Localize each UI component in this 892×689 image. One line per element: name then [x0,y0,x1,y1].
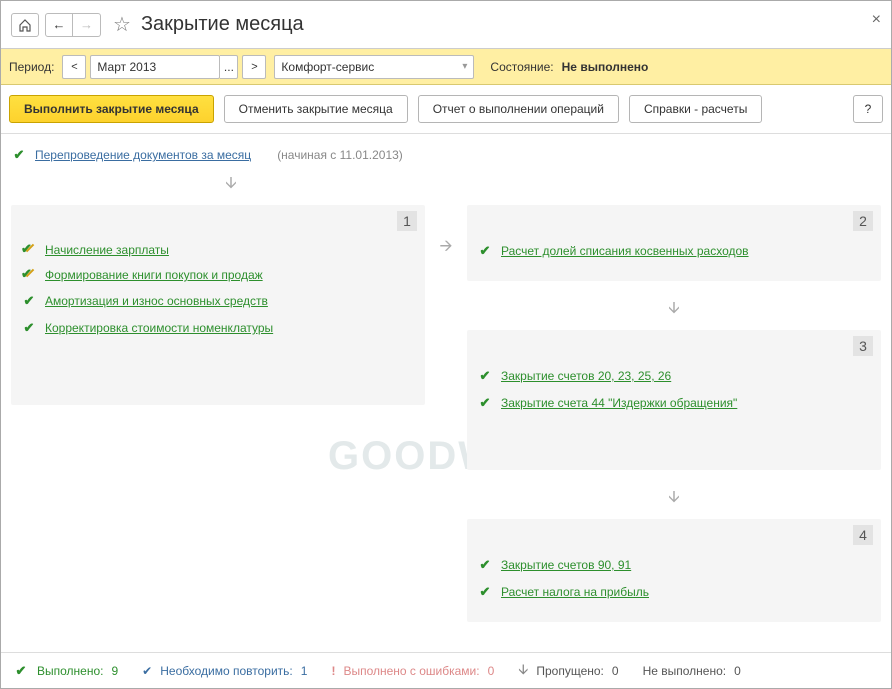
check-icon: ✔ [13,663,29,679]
check-icon: ✔ [477,243,493,259]
skip-icon: 🡫 [518,659,528,683]
cancel-closing-button[interactable]: Отменить закрытие месяца [224,95,408,123]
reposting-hint: (начиная с 11.01.2013) [277,148,403,162]
status-value: Не выполнено [562,60,649,74]
period-month-input[interactable]: Март 2013 [90,55,220,79]
forward-button[interactable]: → [73,13,101,37]
period-label: Период: [9,60,54,74]
action-bar: Выполнить закрытие месяца Отменить закры… [1,85,891,134]
error-icon: ! [331,664,335,678]
dropdown-icon: ▾ [462,61,467,72]
error-label: Выполнено с ошибками: [343,664,479,678]
operation-link[interactable]: Начисление зарплаты [45,243,169,257]
block-number: 1 [397,211,417,231]
skip-count: 0 [612,664,619,678]
check-icon: ✔ [477,557,493,573]
block-number: 4 [853,525,873,545]
organization-value: Комфорт-сервис [281,60,374,74]
done-count: 9 [111,664,118,678]
block-number: 3 [853,336,873,356]
check-icon: ✔ [11,147,27,163]
operation-link[interactable]: Расчет долей списания косвенных расходов [501,244,749,258]
done-label: Выполнено: [37,664,103,678]
block-3: 3 ✔ Закрытие счетов 20, 23, 25, 26 ✔ Зак… [467,330,881,470]
run-closing-button[interactable]: Выполнить закрытие месяца [9,95,214,123]
not-done-count: 0 [734,664,741,678]
check-icon: ✔ [477,395,493,411]
block-1: 1 Начисление зарплаты Формирование книги… [11,205,425,405]
block-2: 2 ✔ Расчет долей списания косвенных расх… [467,205,881,281]
operation-link[interactable]: Закрытие счета 44 "Издержки обращения" [501,396,737,410]
page-title: Закрытие месяца [141,13,304,36]
arrow-down-icon: 🡫 [11,172,451,199]
check-icon: ✔ [21,293,37,309]
error-count: 0 [488,664,495,678]
repeat-count: 1 [301,664,308,678]
check-icon: ✔ [477,368,493,384]
block-4: 4 ✔ Закрытие счетов 90, 91 ✔ Расчет нало… [467,519,881,622]
star-icon[interactable]: ☆ [113,12,131,37]
operation-link[interactable]: Амортизация и износ основных средств [45,294,268,308]
repeat-label: Необходимо повторить: [160,664,293,678]
operation-link[interactable]: Корректировка стоимости номенклатуры [45,321,273,335]
home-button[interactable] [11,13,39,37]
references-button[interactable]: Справки - расчеты [629,95,762,123]
check-edit-icon [21,243,37,257]
period-bar: Период: < Март 2013 ... > Комфорт-сервис… [1,49,891,85]
close-button[interactable]: × [872,11,881,29]
content-area: GOODWILL ✔ Перепроведение документов за … [1,134,891,644]
reposting-link[interactable]: Перепроведение документов за месяц [35,148,251,162]
arrow-down-icon: 🡫 [467,297,881,324]
arrow-right-icon: 🡪 [439,205,453,632]
titlebar: ← → ☆ Закрытие месяца × [1,1,891,49]
status-label: Состояние: [490,60,553,74]
operations-report-button[interactable]: Отчет о выполнении операций [418,95,619,123]
operation-link[interactable]: Формирование книги покупок и продаж [45,268,263,282]
skip-label: Пропущено: [536,664,604,678]
operation-link[interactable]: Закрытие счетов 90, 91 [501,558,631,572]
organization-select[interactable]: Комфорт-сервис ▾ [274,55,474,79]
help-button[interactable]: ? [853,95,883,123]
period-next-button[interactable]: > [242,55,266,79]
check-icon: ✔ [477,584,493,600]
check-edit-icon [21,268,37,282]
block-number: 2 [853,211,873,231]
status-footer: ✔ Выполнено: 9 ✔ Необходимо повторить: 1… [1,652,891,688]
operation-link[interactable]: Закрытие счетов 20, 23, 25, 26 [501,369,671,383]
repeat-icon: ✔ [142,664,152,678]
period-prev-button[interactable]: < [62,55,86,79]
not-done-label: Не выполнено: [643,664,727,678]
operation-link[interactable]: Расчет налога на прибыль [501,585,649,599]
arrow-down-icon: 🡫 [467,486,881,513]
check-icon: ✔ [21,320,37,336]
back-button[interactable]: ← [45,13,73,37]
period-picker-button[interactable]: ... [220,55,238,79]
